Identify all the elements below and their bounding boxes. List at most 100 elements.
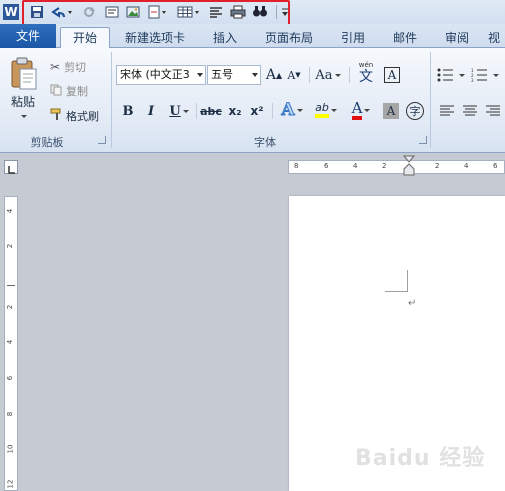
underline-button[interactable]: U [166, 101, 192, 121]
separator [349, 67, 350, 83]
ruler-label: 4 [6, 339, 15, 345]
tab-references[interactable]: 引用 [333, 28, 373, 48]
brush-icon [50, 108, 63, 124]
clipboard-group-label: 剪贴板 [30, 136, 64, 149]
ruler-label: 2 [435, 162, 440, 170]
ribbon: 粘贴 ✂ 剪切 复制 格式刷 剪贴板 宋体 (中文正3 五号 A ▲ A ▼ Aa [0, 48, 505, 153]
chevron-down-icon [252, 73, 258, 77]
horizontal-ruler[interactable]: 8 6 4 2 2 4 6 [288, 155, 505, 176]
word-logo-icon[interactable]: W [2, 3, 20, 21]
font-color-button[interactable]: A [346, 99, 376, 121]
phonetic-icon: 文 [359, 69, 373, 85]
vertical-ruler[interactable]: 4 2 2 4 6 8 10 12 [4, 196, 18, 491]
word-window: W 开始 新建选项卡 插入 页面布局 引用 邮件 审阅 视 文件 粘贴 ✂ 剪切… [0, 0, 505, 491]
tab-page-layout[interactable]: 页面布局 [258, 28, 320, 48]
paragraph-icon[interactable] [207, 3, 225, 21]
strikethrough-button[interactable]: abc [200, 101, 222, 121]
enclose-characters-button[interactable]: 字 [404, 101, 426, 121]
table-icon[interactable] [176, 3, 202, 21]
indent-marker-icon[interactable] [403, 155, 415, 177]
format-painter-button[interactable]: 格式刷 [50, 108, 110, 124]
watermark: Baidu 经验 [355, 446, 486, 471]
align-right-icon [486, 105, 500, 116]
align-left-button[interactable] [437, 101, 457, 121]
ruler-label: 2 [6, 243, 15, 249]
ruler-margin-marker [7, 285, 15, 286]
font-size-combo[interactable]: 五号 [207, 65, 261, 85]
bold-button[interactable]: B [120, 101, 136, 121]
paragraph-mark-icon: ↵ [408, 298, 417, 309]
tab-review[interactable]: 审阅 [437, 28, 477, 48]
grow-font-button[interactable]: A ▲ [265, 65, 283, 85]
paste-button[interactable]: 粘贴 [6, 94, 40, 109]
character-shading-button[interactable]: A [381, 101, 401, 121]
separator [272, 103, 273, 119]
separator [196, 103, 197, 119]
phonetic-top: wén [358, 61, 374, 69]
tab-selector[interactable] [4, 160, 18, 174]
ruler-label: 6 [493, 162, 498, 170]
text-box-icon[interactable] [103, 3, 121, 21]
tab-mailings[interactable]: 邮件 [385, 28, 425, 48]
ruler-label: 8 [6, 411, 15, 417]
ruler-label: 4 [464, 162, 469, 170]
paste-icon[interactable] [6, 56, 40, 92]
copy-button[interactable]: 复制 [50, 83, 110, 99]
tab-new[interactable]: 新建选项卡 [118, 28, 192, 48]
superscript-button[interactable]: x² [248, 101, 266, 121]
cut-label: 剪切 [64, 61, 87, 74]
font-color-icon: A [351, 100, 363, 120]
margin-corner-mark [385, 291, 408, 292]
svg-text:3: 3 [471, 78, 474, 82]
page-break-icon[interactable] [146, 3, 170, 21]
enclose-characters-icon: 字 [406, 102, 424, 120]
align-right-button[interactable] [483, 101, 503, 121]
cut-button[interactable]: ✂ 剪切 [50, 59, 110, 75]
ruler-label: 4 [6, 208, 15, 214]
customize-icon[interactable] [280, 3, 290, 21]
margin-corner-mark [407, 270, 408, 292]
copy-icon [50, 84, 62, 99]
ruler-label: 4 [353, 162, 358, 170]
ruler-label: 12 [6, 479, 15, 489]
align-left-icon [440, 105, 454, 116]
text-effects-button[interactable]: A [278, 99, 306, 121]
subscript-button[interactable]: x₂ [226, 101, 244, 121]
align-center-icon [463, 105, 477, 116]
change-case-button[interactable]: Aa [313, 65, 343, 85]
shrink-font-button[interactable]: A ▼ [285, 65, 303, 85]
chevron-down-icon [197, 73, 203, 77]
character-shading-icon: A [383, 103, 399, 119]
clipboard-dialog-launcher[interactable] [98, 136, 106, 144]
character-border-icon: A [384, 67, 400, 83]
tab-view[interactable]: 视 [488, 28, 505, 48]
paste-dropdown-icon[interactable] [18, 112, 28, 120]
phonetic-guide-button[interactable]: wén 文 [355, 60, 377, 86]
font-dialog-launcher[interactable] [419, 136, 427, 144]
italic-button[interactable]: I [143, 101, 159, 121]
numbering-icon: 123 [471, 68, 487, 82]
picture-icon[interactable] [124, 3, 142, 21]
bullets-icon [437, 68, 453, 82]
redo-icon[interactable] [80, 3, 98, 21]
ruler-label: 6 [324, 162, 329, 170]
save-icon[interactable] [28, 3, 46, 21]
align-center-button[interactable] [460, 101, 480, 121]
print-icon[interactable] [229, 3, 247, 21]
highlight-button[interactable]: ab [310, 99, 342, 121]
numbering-button[interactable]: 123 [470, 65, 500, 85]
font-size-value: 五号 [211, 68, 233, 81]
undo-icon[interactable] [48, 3, 74, 21]
find-icon[interactable] [251, 3, 269, 21]
ruler-label: 2 [6, 304, 15, 310]
bullets-button[interactable] [436, 65, 466, 85]
group-separator [430, 52, 431, 148]
ribbon-tabs: 开始 新建选项卡 插入 页面布局 引用 邮件 审阅 视 [0, 24, 505, 49]
ruler-label: 6 [6, 375, 15, 381]
tab-home[interactable]: 开始 [60, 27, 110, 49]
character-border-button[interactable]: A [382, 65, 402, 85]
ruler-label: 10 [6, 444, 15, 454]
tab-insert[interactable]: 插入 [205, 28, 245, 48]
font-name-combo[interactable]: 宋体 (中文正3 [116, 65, 206, 85]
tab-file[interactable]: 文件 [0, 24, 56, 48]
